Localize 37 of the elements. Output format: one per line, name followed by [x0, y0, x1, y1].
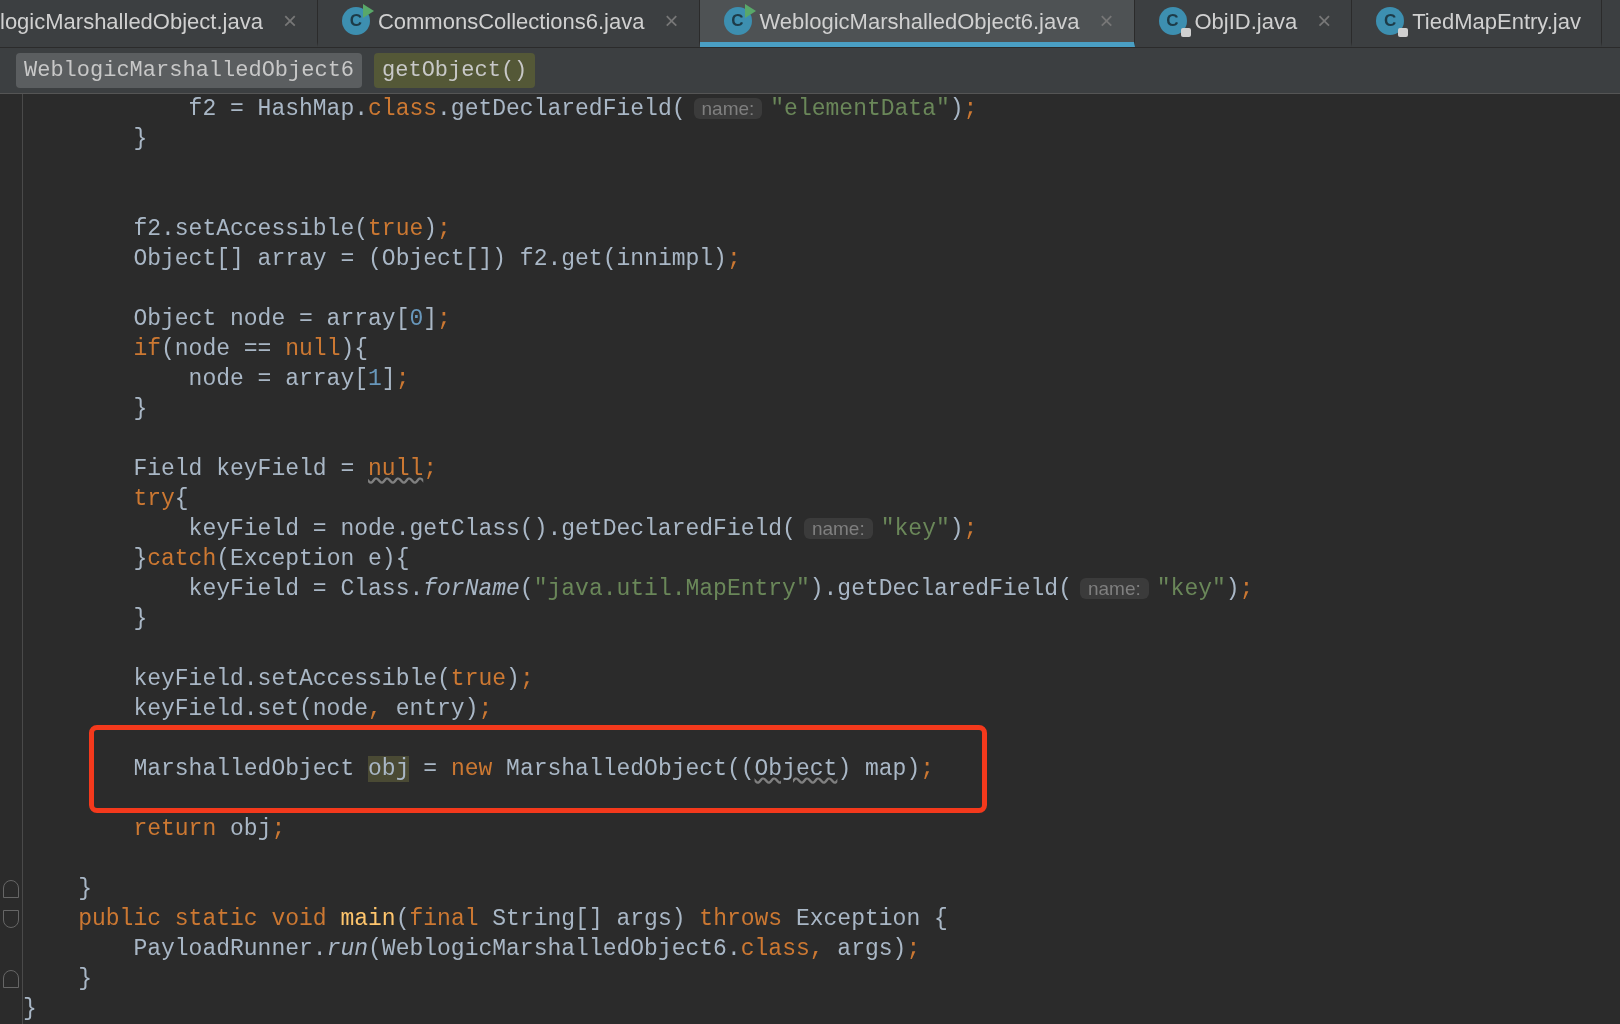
code-line: Field keyField = null; [133, 456, 438, 482]
code-line: } [78, 966, 92, 992]
code-line: if(node == null){ [133, 336, 369, 362]
breadcrumb[interactable]: getObject() [374, 53, 536, 88]
code-line: keyField.set(node, entry); [133, 696, 493, 722]
code-line: PayloadRunner.run(WeblogicMarshalledObject6.class, args); [133, 936, 921, 962]
fold-icon[interactable] [3, 970, 19, 988]
editor-tab[interactable]: logicMarshalledObject.java × [0, 0, 318, 47]
code-line: } [133, 396, 148, 422]
code-line: Object node = array[0]; [133, 306, 451, 332]
class-lock-icon: C [1376, 7, 1405, 35]
close-icon[interactable]: × [1317, 3, 1332, 39]
editor-tab[interactable]: C CommonsCollections6.java × [317, 0, 700, 47]
code-line: } [133, 126, 148, 152]
code-line: } [78, 876, 92, 902]
breadcrumb[interactable]: WeblogicMarshalledObject6 [16, 53, 363, 88]
editor-tab[interactable]: C TiedMapEntry.jav [1352, 0, 1602, 47]
close-icon[interactable]: × [282, 3, 297, 39]
editor-tab[interactable]: C WeblogicMarshalledObject6.java × [699, 0, 1135, 47]
code-line: f2 = HashMap.class.getDeclaredField( name: "elementData"); [188, 96, 978, 122]
code-line: node = array[1]; [188, 366, 410, 392]
code-line: keyField.setAccessible(true); [133, 666, 534, 692]
code-line: MarshalledObject obj = new MarshalledObject((Object) map); [133, 756, 934, 782]
code-line: Object[] array = (Object[]) f2.get(innimpl); [133, 246, 741, 272]
fold-icon[interactable] [3, 880, 19, 898]
code-line: try{ [133, 486, 189, 512]
code-line: } [23, 996, 37, 1022]
editor-tab[interactable]: C ObjID.java × [1134, 0, 1353, 47]
code-line: keyField = node.getClass().getDeclaredField( name: "key"); [188, 516, 978, 542]
code-line: } [133, 606, 148, 632]
code-line: keyField = Class.forName("java.util.MapEntry").getDeclaredField( name: "key"); [188, 576, 1254, 602]
fold-icon[interactable] [3, 910, 19, 928]
code-line: }catch(Exception e){ [133, 546, 410, 572]
code-line: public static void main(final String[] args) throws Exception { [78, 906, 948, 932]
code-line: return obj; [133, 816, 286, 842]
close-icon[interactable]: × [664, 3, 679, 39]
code-line: f2.setAccessible(true); [133, 216, 451, 242]
